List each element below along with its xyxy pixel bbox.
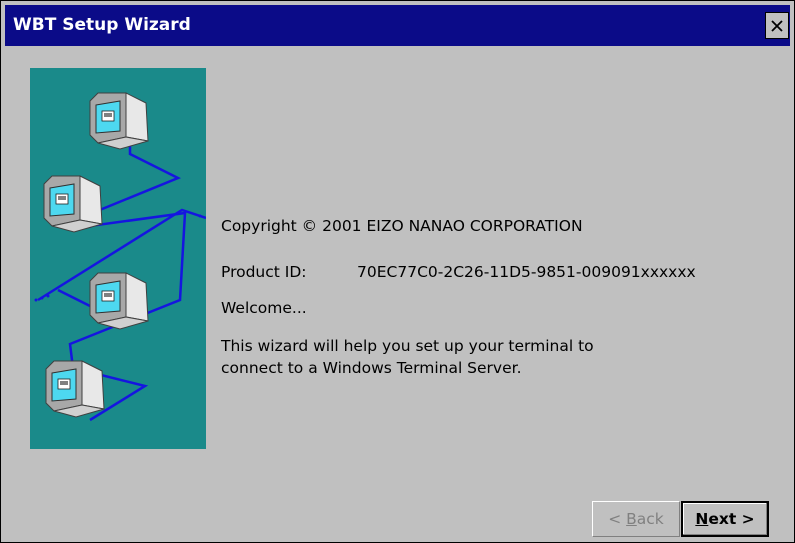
next-button-rest: ext >	[708, 510, 755, 528]
wizard-window: WBT Setup Wizard Copyright © 2001 EIZO N…	[0, 0, 795, 543]
description-line-2: connect to a Windows Terminal Server.	[221, 359, 522, 377]
window-title: WBT Setup Wizard	[13, 15, 191, 35]
next-button[interactable]: Next >	[681, 501, 769, 537]
copyright-text: Copyright © 2001 EIZO NANAO CORPORATION	[221, 217, 583, 235]
welcome-text: Welcome...	[221, 299, 307, 317]
product-id-value: 70EC77C0-2C26-11D5-9851-009091xxxxxx	[357, 263, 696, 281]
networked-computers-illustration	[30, 68, 206, 449]
back-button-rest: ack	[636, 510, 664, 528]
close-button[interactable]	[765, 12, 789, 39]
title-bar[interactable]: WBT Setup Wizard	[5, 5, 790, 46]
next-button-mnemonic: N	[695, 510, 709, 528]
description-line-1: This wizard will help you set up your te…	[221, 337, 594, 355]
close-icon	[771, 19, 783, 32]
back-button-mnemonic: B	[626, 510, 637, 528]
back-button[interactable]: < Back	[592, 501, 680, 537]
product-id-label: Product ID:	[221, 263, 307, 281]
back-button-prefix: <	[608, 510, 627, 528]
